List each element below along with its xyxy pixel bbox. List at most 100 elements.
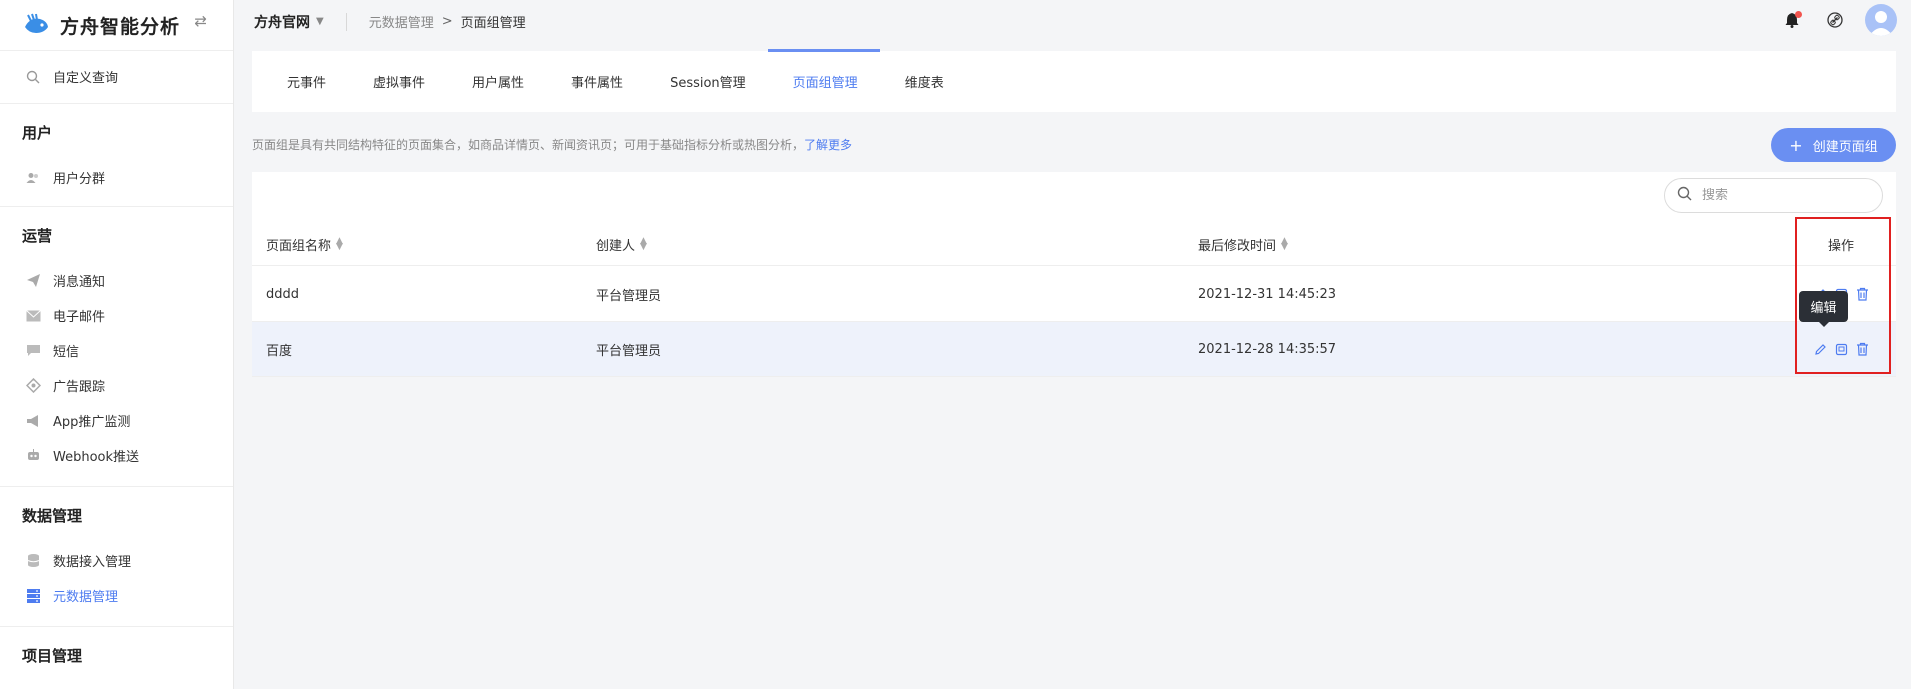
sidebar-item-label: 用户分群 xyxy=(53,172,106,187)
project-switcher[interactable]: 方舟官网 ▼ xyxy=(254,12,324,32)
sidebar-section-users: 用户 用户分群 xyxy=(0,104,233,207)
sidebar-item-notifications[interactable]: 消息通知 xyxy=(0,263,233,298)
table-row[interactable]: dddd 平台管理员 2021-12-31 14:45:23 xyxy=(252,267,1896,322)
topbar: 方舟官网 ▼ 元数据管理 > 页面组管理 xyxy=(234,0,1911,43)
sidebar-item-data-ingest[interactable]: 数据接入管理 xyxy=(0,543,233,578)
sidebar-item-app-promo[interactable]: App推广监测 xyxy=(0,403,233,438)
header-label: 创建人 xyxy=(596,239,636,254)
sidebar-item-label: 自定义查询 xyxy=(53,71,119,86)
send-icon xyxy=(25,273,41,289)
sort-icon[interactable]: ▲ ▼ xyxy=(1281,236,1288,251)
tab-bar: 元事件 虚拟事件 用户属性 事件属性 Session管理 页面组管理 维度表 xyxy=(252,49,1896,112)
trash-icon[interactable] xyxy=(1854,341,1870,357)
swap-arrows-icon[interactable]: ⇄ xyxy=(194,12,207,30)
sidebar-item-metadata[interactable]: 元数据管理 xyxy=(0,578,233,613)
sidebar-item-label: 短信 xyxy=(53,345,80,360)
sidebar-item-label: 元数据管理 xyxy=(53,590,119,605)
sidebar-section-operations: 运营 消息通知 电子邮件 短信 广告跟踪 App推广监测 Webhook推送 xyxy=(0,207,233,487)
sidebar-section-project-management: 项目管理 xyxy=(0,627,233,683)
cell-modified: 2021-12-31 14:45:23 xyxy=(1198,286,1337,302)
sidebar-item-ad-tracking[interactable]: 广告跟踪 xyxy=(0,368,233,403)
breadcrumb-current: 页面组管理 xyxy=(460,16,526,31)
search-icon xyxy=(1677,186,1692,205)
tab-event-properties[interactable]: 事件属性 xyxy=(546,51,645,112)
tab-virtual-events[interactable]: 虚拟事件 xyxy=(348,51,447,112)
header-modified[interactable]: 最后修改时间 ▲ ▼ xyxy=(1198,224,1288,265)
section-title: 运营 xyxy=(22,226,53,245)
edit-icon[interactable] xyxy=(1812,341,1828,357)
chat-icon xyxy=(25,343,41,359)
avatar[interactable] xyxy=(1865,4,1897,36)
chevron-right-icon: > xyxy=(441,14,453,29)
project-name: 方舟官网 xyxy=(254,14,310,31)
robot-icon xyxy=(25,448,41,464)
search-icon xyxy=(25,69,41,85)
tab-page-groups[interactable]: 页面组管理 xyxy=(767,49,880,112)
sidebar-item-label: 电子邮件 xyxy=(53,310,106,325)
table-header: 页面组名称 ▲ ▼ 创建人 ▲ ▼ 最后修改时间 ▲ ▼ 操作 xyxy=(252,224,1896,266)
sidebar-top-section: 自定义查询 xyxy=(0,51,233,104)
sidebar-item-sms[interactable]: 短信 xyxy=(0,333,233,368)
divider xyxy=(345,12,347,31)
sidebar-section-data-management: 数据管理 数据接入管理 元数据管理 xyxy=(0,487,233,627)
cell-name: 百度 xyxy=(266,343,293,359)
tab-dimension-tables[interactable]: 维度表 xyxy=(880,51,966,112)
page-description: 页面组是具有共同结构特征的页面集合，如商品详情页、新闻资讯页；可用于基础指标分析… xyxy=(252,136,852,153)
sidebar-item-webhook[interactable]: Webhook推送 xyxy=(0,438,233,473)
bell-icon[interactable] xyxy=(1781,9,1803,31)
fish-logo-icon xyxy=(25,13,48,33)
table-row[interactable]: 百度 平台管理员 2021-12-28 14:35:57 xyxy=(252,322,1896,377)
sidebar-item-label: 数据接入管理 xyxy=(53,555,132,570)
top-icons xyxy=(1760,4,1897,36)
breadcrumb-item[interactable]: 元数据管理 xyxy=(369,12,434,31)
search-box[interactable] xyxy=(1664,178,1883,213)
megaphone-icon xyxy=(25,413,41,429)
learn-more-link[interactable]: 了解更多 xyxy=(804,138,852,152)
cell-name: dddd xyxy=(266,286,300,302)
header-creator[interactable]: 创建人 ▲ ▼ xyxy=(596,224,647,265)
sidebar: 方舟智能分析 ⇄ 自定义查询 用户 用户分群 运营 消息通知 电子邮件 短信 广… xyxy=(0,0,234,689)
cell-modified: 2021-12-28 14:35:57 xyxy=(1198,341,1337,357)
header-name[interactable]: 页面组名称 ▲ ▼ xyxy=(266,224,343,265)
sidebar-item-user-segments[interactable]: 用户分群 xyxy=(0,160,233,195)
breadcrumb: 元数据管理 > 页面组管理 xyxy=(369,12,526,31)
caret-down-icon: ▼ xyxy=(316,16,324,27)
notification-dot xyxy=(1795,11,1802,18)
sort-icon[interactable]: ▲ ▼ xyxy=(640,236,647,251)
row-actions xyxy=(1807,322,1870,376)
server-icon xyxy=(25,588,41,604)
sidebar-item-label: 消息通知 xyxy=(53,275,106,290)
header-label: 操作 xyxy=(1827,239,1854,254)
link-icon[interactable] xyxy=(1824,9,1846,31)
header-actions: 操作 xyxy=(1828,224,1854,265)
section-title: 数据管理 xyxy=(22,506,83,525)
brand-name: 方舟智能分析 xyxy=(60,15,181,38)
mail-icon xyxy=(25,308,41,324)
target-icon xyxy=(25,378,41,394)
sidebar-item-custom-query[interactable]: 自定义查询 xyxy=(0,59,233,94)
tab-meta-events[interactable]: 元事件 xyxy=(262,51,348,112)
description-text: 页面组是具有共同结构特征的页面集合，如商品详情页、新闻资讯页；可用于基础指标分析… xyxy=(252,138,805,152)
edit-tooltip: 编辑 xyxy=(1799,291,1848,327)
header-label: 页面组名称 xyxy=(266,239,332,254)
tab-session[interactable]: Session管理 xyxy=(645,51,768,112)
section-title: 项目管理 xyxy=(22,646,83,665)
create-page-group-button[interactable]: + 创建页面组 xyxy=(1771,128,1896,162)
sort-icon[interactable]: ▲ ▼ xyxy=(336,236,343,251)
brand: 方舟智能分析 ⇄ xyxy=(0,0,233,51)
database-icon xyxy=(25,553,41,569)
sidebar-item-label: App推广监测 xyxy=(53,415,131,430)
trash-icon[interactable] xyxy=(1854,286,1870,302)
tab-user-properties[interactable]: 用户属性 xyxy=(447,51,546,112)
search-input[interactable] xyxy=(1702,188,1872,203)
copy-icon[interactable] xyxy=(1833,341,1849,357)
sidebar-item-label: Webhook推送 xyxy=(53,450,140,465)
sidebar-item-email[interactable]: 电子邮件 xyxy=(0,298,233,333)
page-group-table: 页面组名称 ▲▼ 创建人 ▲▼ 最后修改时间 ▲▼ 操作 dddd 平台管理员 … xyxy=(252,172,1896,377)
plus-icon: + xyxy=(1789,135,1803,155)
section-title: 用户 xyxy=(22,123,53,142)
cell-creator: 平台管理员 xyxy=(596,343,662,359)
header-label: 最后修改时间 xyxy=(1198,239,1277,254)
create-button-label: 创建页面组 xyxy=(1812,139,1878,155)
sidebar-item-label: 广告跟踪 xyxy=(53,380,106,395)
